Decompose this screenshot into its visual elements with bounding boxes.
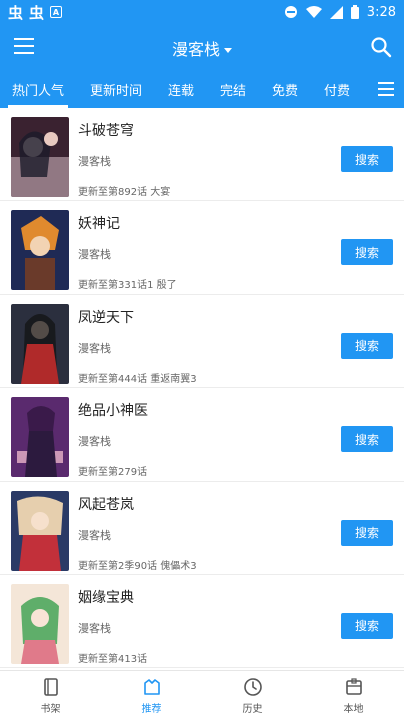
dropdown-caret-icon xyxy=(224,48,232,53)
app-bar: 漫客栈 xyxy=(0,24,404,70)
comic-title: 姻缘宝典 xyxy=(78,589,134,606)
nav-recommend[interactable]: 推荐 xyxy=(101,671,202,720)
comic-source: 漫客栈 xyxy=(78,341,111,355)
nav-label: 书架 xyxy=(40,703,61,715)
bookshelf-icon xyxy=(43,677,58,696)
search-button[interactable]: 搜索 xyxy=(341,146,393,172)
status-bar: 虫 虫 A 3:28 xyxy=(0,0,404,24)
comic-title: 凤逆天下 xyxy=(78,309,134,326)
comic-update: 更新至第331话1 殷了 xyxy=(78,280,177,292)
search-button[interactable]: 搜索 xyxy=(341,519,393,546)
tab-popular[interactable]: 热门人气 xyxy=(2,70,74,108)
nav-bookshelf[interactable]: 书架 xyxy=(0,671,101,720)
nav-label: 本地 xyxy=(343,703,364,715)
list-item[interactable]: 绝品小神医 漫客栈 更新至第279话 搜索 xyxy=(0,388,404,482)
comic-title: 妖神记 xyxy=(78,216,120,233)
search-button[interactable]: 搜索 xyxy=(341,612,393,639)
recommend-icon xyxy=(143,678,160,695)
comic-update: 更新至第892话 大宴 xyxy=(78,187,171,198)
comic-update: 更新至第2季90话 傀儡术3 xyxy=(78,560,197,572)
search-button[interactable]: 搜索 xyxy=(341,426,393,453)
comic-cover[interactable] xyxy=(11,583,69,664)
comic-cover[interactable] xyxy=(11,490,69,571)
status-time: 3:28 xyxy=(366,4,396,20)
comic-cover[interactable] xyxy=(11,303,69,384)
notification-app-icon: 虫 xyxy=(8,3,24,22)
search-icon[interactable] xyxy=(370,36,392,58)
tab-free[interactable]: 免费 xyxy=(262,70,308,108)
comic-update: 更新至第279话 xyxy=(78,467,148,479)
comic-source: 漫客栈 xyxy=(78,248,111,262)
comic-update: 更新至第413话 xyxy=(78,653,148,665)
search-button[interactable]: 搜索 xyxy=(341,332,393,359)
comic-source: 漫客栈 xyxy=(78,528,111,542)
category-tabs: 热门人气 更新时间 连载 完结 免费 付费 xyxy=(0,70,404,108)
tab-update-time[interactable]: 更新时间 xyxy=(80,70,152,108)
comic-list: 斗破苍穹 漫客栈 更新至第892话 大宴 搜索 妖神记 漫客栈 更新至第331话… xyxy=(0,108,404,670)
clock-icon xyxy=(243,677,262,696)
list-item[interactable]: 姻缘宝典 漫客栈 更新至第413话 搜索 xyxy=(0,575,404,669)
wifi-icon xyxy=(305,5,322,18)
search-button[interactable]: 搜索 xyxy=(341,239,393,266)
comic-cover[interactable] xyxy=(11,117,69,197)
tab-serializing[interactable]: 连载 xyxy=(158,70,204,108)
tab-completed[interactable]: 完结 xyxy=(210,70,256,108)
list-item[interactable]: 斗破苍穹 漫客栈 更新至第892话 大宴 搜索 xyxy=(0,108,404,202)
signal-icon xyxy=(329,5,343,19)
battery-icon xyxy=(350,5,359,19)
comic-title: 绝品小神医 xyxy=(78,403,148,420)
tabs-more-icon[interactable] xyxy=(368,70,404,108)
local-storage-icon xyxy=(345,677,362,695)
list-item[interactable]: 凤逆天下 漫客栈 更新至第444话 重返南翼3 搜索 xyxy=(0,295,404,389)
list-item[interactable]: 风起苍岚 漫客栈 更新至第2季90话 傀儡术3 搜索 xyxy=(0,482,404,575)
nav-label: 推荐 xyxy=(141,703,162,715)
comic-source: 漫客栈 xyxy=(78,155,111,168)
app-title: 漫客栈 xyxy=(171,40,220,59)
nav-history[interactable]: 历史 xyxy=(202,671,303,720)
a-notification-icon: A xyxy=(50,6,63,18)
comic-cover[interactable] xyxy=(11,210,69,291)
comic-update: 更新至第444话 重返南翼3 xyxy=(78,373,197,385)
notification-app-icon: 虫 xyxy=(29,3,45,22)
nav-label: 历史 xyxy=(242,703,263,715)
source-selector[interactable]: 漫客栈 xyxy=(0,36,404,60)
nav-local[interactable]: 本地 xyxy=(303,671,404,720)
comic-cover[interactable] xyxy=(11,397,69,478)
comic-source: 漫客栈 xyxy=(78,435,111,449)
comic-source: 漫客栈 xyxy=(78,621,111,635)
bottom-navigation: 书架 推荐 历史 本地 xyxy=(0,670,404,720)
do-not-disturb-icon xyxy=(284,6,297,18)
comic-title: 风起苍岚 xyxy=(78,496,134,513)
tab-paid[interactable]: 付费 xyxy=(314,70,360,108)
comic-title: 斗破苍穹 xyxy=(78,123,134,139)
list-item[interactable]: 妖神记 漫客栈 更新至第331话1 殷了 搜索 xyxy=(0,201,404,295)
